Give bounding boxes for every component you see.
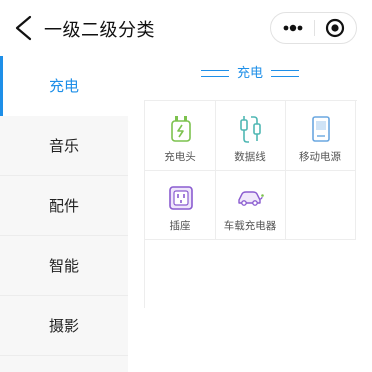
- data-cable-icon: [240, 116, 261, 143]
- sidebar-item-label: 摄影: [48, 317, 79, 335]
- section-header: 充电: [128, 64, 372, 84]
- more-dots-icon[interactable]: [271, 13, 314, 43]
- grid-item-car-charger[interactable]: 车载充电器: [215, 170, 286, 240]
- sidebar-item-label: 配件: [48, 197, 79, 215]
- navigation-bar: 一级二级分类: [0, 0, 372, 56]
- subcategory-panel: 充电 充电头 数据线 移动电源 插座 车载充电器: [128, 56, 372, 372]
- back-arrow-icon[interactable]: [12, 14, 34, 42]
- sidebar-item-accessories[interactable]: 配件: [0, 176, 128, 236]
- page-title: 一级二级分类: [44, 20, 155, 41]
- grid-item-power-bank[interactable]: 移动电源: [285, 101, 356, 171]
- grid-empty-cell: [285, 170, 356, 240]
- sidebar-item-label: 智能: [48, 257, 79, 275]
- grid-item-label: 移动电源: [299, 151, 341, 163]
- sidebar-item-label: 充电: [48, 77, 79, 95]
- sidebar-item-charging[interactable]: 充电: [0, 56, 128, 116]
- grid-item-data-cable[interactable]: 数据线: [215, 101, 286, 171]
- sidebar-item-label: 音乐: [48, 137, 79, 155]
- grid-item-charger-head[interactable]: 充电头: [145, 101, 216, 171]
- grid-item-label: 数据线: [234, 151, 266, 163]
- section-title: 充电: [236, 66, 263, 81]
- grid-item-label: 插座: [169, 220, 191, 232]
- grid-item-label: 充电头: [164, 151, 196, 163]
- active-indicator: [0, 56, 3, 116]
- sidebar-item-photography[interactable]: 摄影: [0, 296, 128, 356]
- grid-item-label: 车载充电器: [223, 220, 277, 232]
- subcategory-grid: 充电头 数据线 移动电源 插座 车载充电器: [144, 100, 357, 308]
- mini-program-capsule: [270, 12, 357, 44]
- sidebar-item-smart[interactable]: 智能: [0, 236, 128, 296]
- sidebar-item-music[interactable]: 音乐: [0, 116, 128, 176]
- category-sidebar: 充电 音乐 配件 智能 摄影: [0, 56, 128, 372]
- power-bank-icon: [312, 116, 330, 142]
- section-header-line-right: [271, 70, 299, 77]
- socket-icon: [169, 186, 193, 210]
- charger-head-icon: [171, 116, 191, 142]
- close-mini-program-icon[interactable]: [315, 13, 356, 43]
- car-charger-icon: [238, 191, 264, 206]
- section-header-line-left: [201, 70, 229, 77]
- grid-item-socket[interactable]: 插座: [145, 170, 216, 240]
